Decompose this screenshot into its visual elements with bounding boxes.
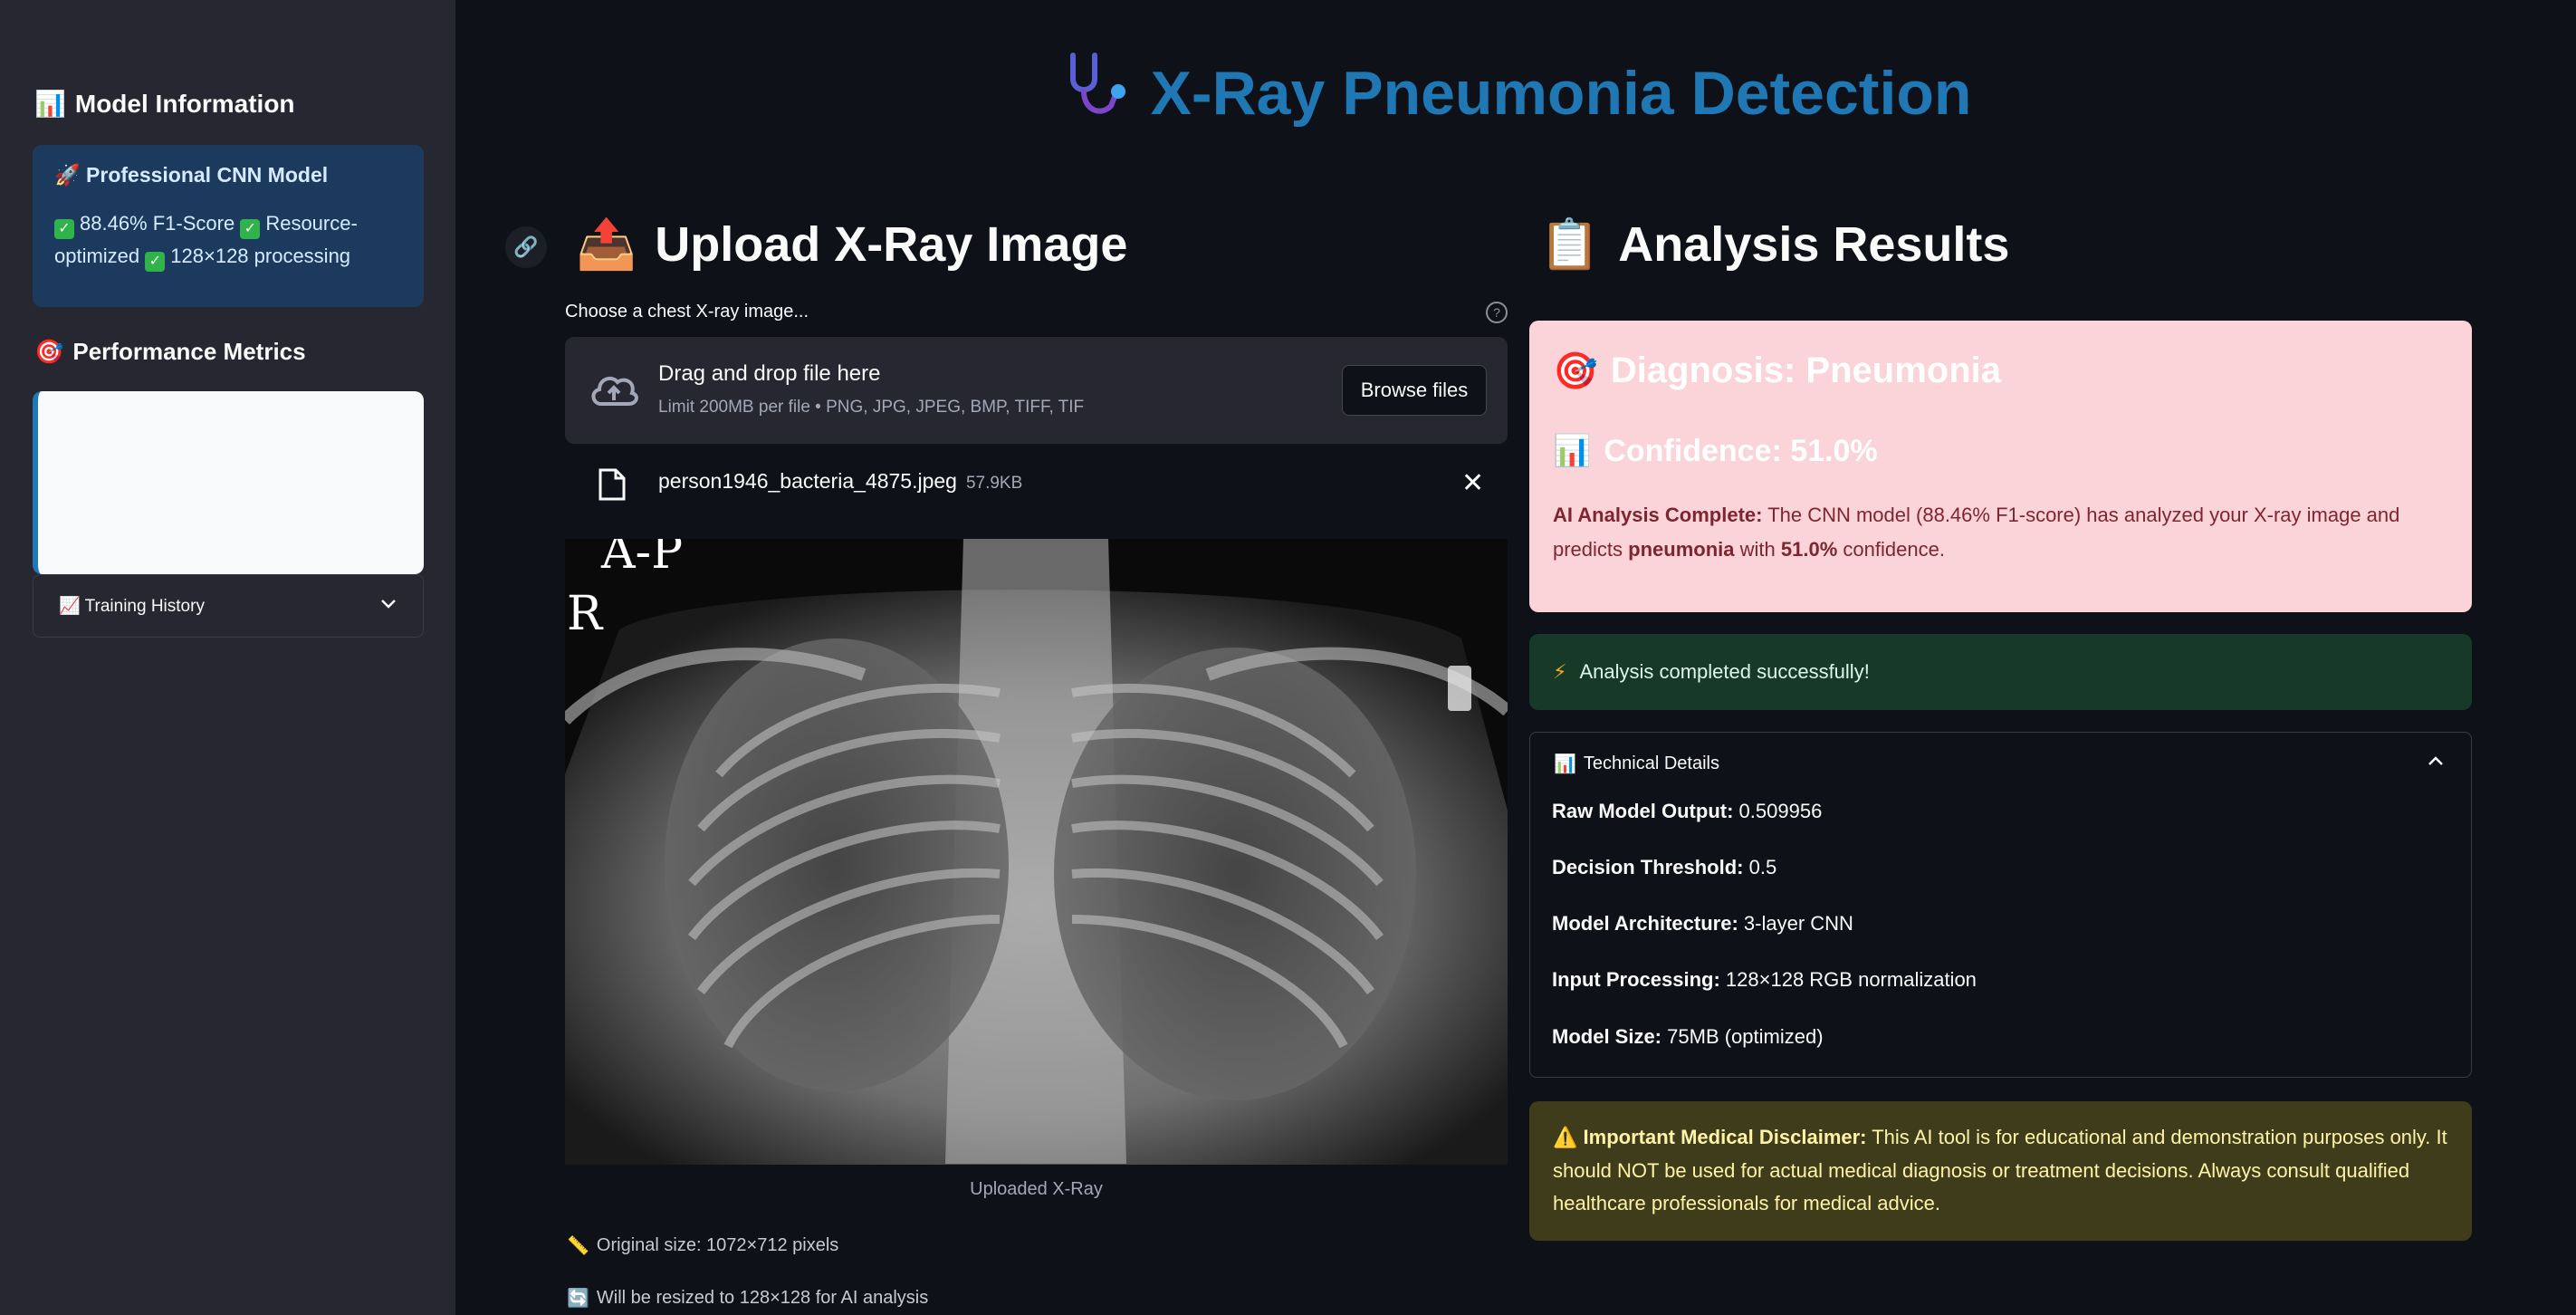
success-alert: ⚡ Analysis completed successfully! <box>1529 634 2472 710</box>
chevron-up-icon[interactable] <box>2427 749 2445 773</box>
ruler-icon: 📏 <box>567 1236 589 1256</box>
xray-label-r: R <box>567 587 604 641</box>
performance-metrics-title: 🎯 Performance Metrics <box>34 338 306 366</box>
repeat-icon: 🔄 <box>567 1289 589 1309</box>
file-name: person1946_bacteria_4875.jpeg 57.9KB <box>658 469 1023 493</box>
performance-metrics-panel <box>33 391 424 574</box>
bar-chart-icon: 📊 <box>1553 433 1592 469</box>
results-heading: 📋 Analysis Results <box>1539 216 2010 273</box>
help-icon[interactable]: ? <box>1486 302 1508 323</box>
clipboard-icon: 📋 <box>1539 216 1601 273</box>
tech-row-raw-output: Raw Model Output: 0.509956 <box>1552 800 1823 822</box>
model-info-box: 🚀 Professional CNN Model ✓ 88.46% F1-Scor… <box>33 145 424 307</box>
resize-note: 🔄 Will be resized to 128×128 for AI anal… <box>567 1288 929 1309</box>
analysis-summary: AI Analysis Complete: The CNN model (88.… <box>1553 504 2400 561</box>
uploader-label: Choose a chest X-ray image... <box>565 302 809 322</box>
chevron-down-icon <box>379 596 397 616</box>
original-size-note: 📏 Original size: 1072×712 pixels <box>567 1235 839 1256</box>
stethoscope-icon <box>1060 50 1133 137</box>
xray-image: A-P R <box>565 539 1508 1165</box>
confidence-title: 📊 Confidence: 51.0% <box>1553 433 1878 469</box>
training-history-label: 📈 Training History <box>59 596 205 616</box>
check-icon: ✓ <box>240 219 261 239</box>
chart-increasing-icon: 📈 <box>59 596 81 616</box>
file-size: 57.9KB <box>965 474 1023 493</box>
info-box-heading: 🚀 Professional CNN Model <box>54 163 329 187</box>
tech-row-architecture: Model Architecture: 3-layer CNN <box>1552 912 1853 935</box>
check-icon: ✓ <box>145 252 166 272</box>
diagnosis-alert: 🎯 Diagnosis: Pneumonia 📊 Confidence: 51.… <box>1529 321 2472 612</box>
uploaded-file-row: person1946_bacteria_4875.jpeg 57.9KB ✕ <box>565 453 1508 516</box>
technical-details-expander[interactable]: 📊 Technical Details Raw Model Output: 0.… <box>1529 732 2472 1078</box>
dropzone-title: Drag and drop file here <box>658 361 881 386</box>
sidebar: 📊 Model Information 🚀 Professional CNN M… <box>0 0 455 1315</box>
anchor-link-icon[interactable]: 🔗 <box>505 226 547 268</box>
outbox-tray-icon: 📤 <box>576 216 637 273</box>
dropzone-limits: Limit 200MB per file • PNG, JPG, JPEG, B… <box>658 398 1085 417</box>
cloud-upload-icon <box>589 370 639 414</box>
tech-row-threshold: Decision Threshold: 0.5 <box>1552 856 1777 878</box>
check-icon: ✓ <box>54 219 74 239</box>
target-icon: 🎯 <box>1553 350 1598 392</box>
page-title: X-Ray Pneumonia Detection <box>0 50 2576 137</box>
training-history-expander[interactable]: 📈 Training History <box>33 574 424 638</box>
rocket-icon: 🚀 <box>54 164 81 187</box>
file-dropzone[interactable]: Drag and drop file here Limit 200MB per … <box>565 337 1508 444</box>
browse-files-button[interactable]: Browse files <box>1342 365 1487 416</box>
xray-label-ap: A-P <box>600 539 683 580</box>
warning-icon: ⚠️ <box>1553 1127 1578 1149</box>
upload-heading: 📤 Upload X-Ray Image <box>576 216 1128 273</box>
technical-details-header: 📊 Technical Details <box>1554 753 1719 774</box>
image-caption: Uploaded X-Ray <box>970 1179 1103 1199</box>
remove-file-icon[interactable]: ✕ <box>1461 467 1484 499</box>
tech-row-input-processing: Input Processing: 128×128 RGB normalizat… <box>1552 968 1977 991</box>
file-icon <box>598 467 627 506</box>
bar-chart-icon: 📊 <box>1554 753 1576 774</box>
tech-row-model-size: Model Size: 75MB (optimized) <box>1552 1025 1824 1048</box>
target-icon: 🎯 <box>34 338 64 366</box>
diagnosis-title: 🎯 Diagnosis: Pneumonia <box>1553 350 2001 392</box>
lightning-icon: ⚡ <box>1553 660 1567 684</box>
info-box-body: ✓ 88.46% F1-Score ✓ Resource-optimized ✓ 12… <box>54 207 402 273</box>
medical-disclaimer: ⚠️ Important Medical Disclaimer: This AI… <box>1529 1101 2472 1241</box>
